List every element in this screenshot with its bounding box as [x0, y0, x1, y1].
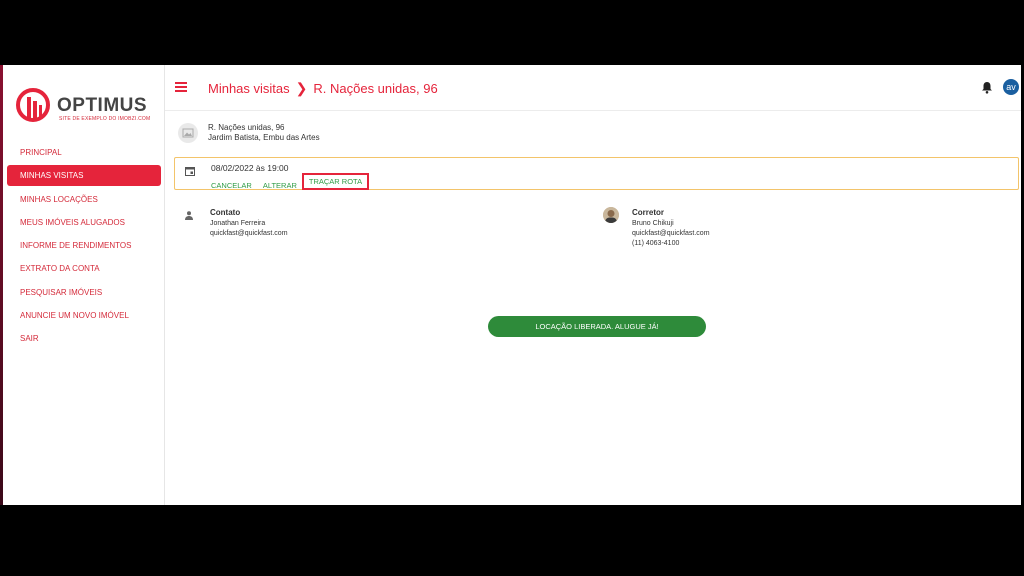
visit-datetime: 08/02/2022 às 19:00 — [211, 163, 289, 173]
sidebar-item-informe-de-rendimentos[interactable]: INFORME DE RENDIMENTOS — [7, 235, 161, 256]
breadcrumb-current: R. Nações unidas, 96 — [313, 81, 438, 96]
sidebar-item-principal[interactable]: PRINCIPAL — [7, 142, 161, 163]
sidebar-item-meus-imoveis-alugados[interactable]: MEUS IMÓVEIS ALUGADOS — [7, 212, 161, 233]
sidebar-item-anuncie-novo-imovel[interactable]: ANUNCIE UM NOVO IMÓVEL — [7, 305, 161, 326]
bell-icon[interactable] — [981, 81, 993, 94]
broker-avatar — [603, 207, 619, 223]
sidebar-item-extrato-da-conta[interactable]: EXTRATO DA CONTA — [7, 258, 161, 279]
calendar-icon — [185, 167, 195, 176]
visit-card: 08/02/2022 às 19:00 CANCELAR ALTERAR TRAÇA… — [174, 157, 1019, 190]
sidebar-item-sair[interactable]: SAIR — [7, 328, 161, 349]
sidebar-item-minhas-locacoes[interactable]: MINHAS LOCAÇÕES — [7, 189, 161, 210]
change-visit-button[interactable]: ALTERAR — [263, 181, 297, 190]
chevron-right-icon: ❯ — [295, 80, 308, 96]
user-avatar[interactable]: av — [1003, 79, 1019, 95]
main-content: R. Nações unidas, 96 Jardim Batista, Emb… — [165, 111, 1021, 505]
sidebar-item-pesquisar-imoveis[interactable]: PESQUISAR IMÓVEIS — [7, 282, 161, 303]
broker-phone: (11) 4063-4100 — [632, 240, 680, 247]
app-window: OPTIMUS SITE DE EXEMPLO DO IMOBZI.COM PR… — [3, 65, 1021, 505]
breadcrumb-minhas-visitas[interactable]: Minhas visitas — [208, 81, 290, 96]
logo-mark-icon — [16, 88, 50, 122]
contact-title: Contato — [210, 208, 241, 217]
sidebar: OPTIMUS SITE DE EXEMPLO DO IMOBZI.COM PR… — [3, 65, 165, 505]
breadcrumb: Minhas visitas ❯ R. Nações unidas, 96 — [208, 80, 438, 97]
hamburger-menu-icon[interactable] — [175, 82, 187, 92]
cancel-visit-button[interactable]: CANCELAR — [211, 181, 252, 190]
brand-logo[interactable]: OPTIMUS SITE DE EXEMPLO DO IMOBZI.COM — [15, 87, 155, 127]
broker-email: quickfast@quickfast.com — [632, 230, 710, 237]
property-image-icon — [178, 123, 198, 143]
sidebar-nav: PRINCIPAL MINHAS VISITAS MINHAS LOCAÇÕES… — [7, 142, 161, 352]
top-bar: Minhas visitas ❯ R. Nações unidas, 96 av — [165, 65, 1021, 111]
brand-tagline: SITE DE EXEMPLO DO IMOBZI.COM — [59, 116, 151, 122]
broker-title: Corretor — [632, 208, 665, 217]
trace-route-button[interactable]: TRAÇAR ROTA — [301, 173, 370, 190]
contact-name: Jonathan Ferreira — [210, 220, 266, 227]
visit-actions: CANCELAR ALTERAR TRAÇAR ROTA — [211, 173, 380, 194]
rent-now-button[interactable]: LOCAÇÃO LIBERADA. ALUGUE JÁ! — [488, 316, 706, 337]
property-address: R. Nações unidas, 96 — [208, 123, 285, 132]
brand-name: OPTIMUS — [57, 95, 148, 116]
sidebar-item-minhas-visitas[interactable]: MINHAS VISITAS — [7, 165, 161, 187]
contact-email: quickfast@quickfast.com — [210, 230, 288, 237]
person-icon — [185, 211, 193, 220]
property-district: Jardim Batista, Embu das Artes — [208, 133, 320, 142]
broker-name: Bruno Chikuji — [632, 220, 674, 227]
